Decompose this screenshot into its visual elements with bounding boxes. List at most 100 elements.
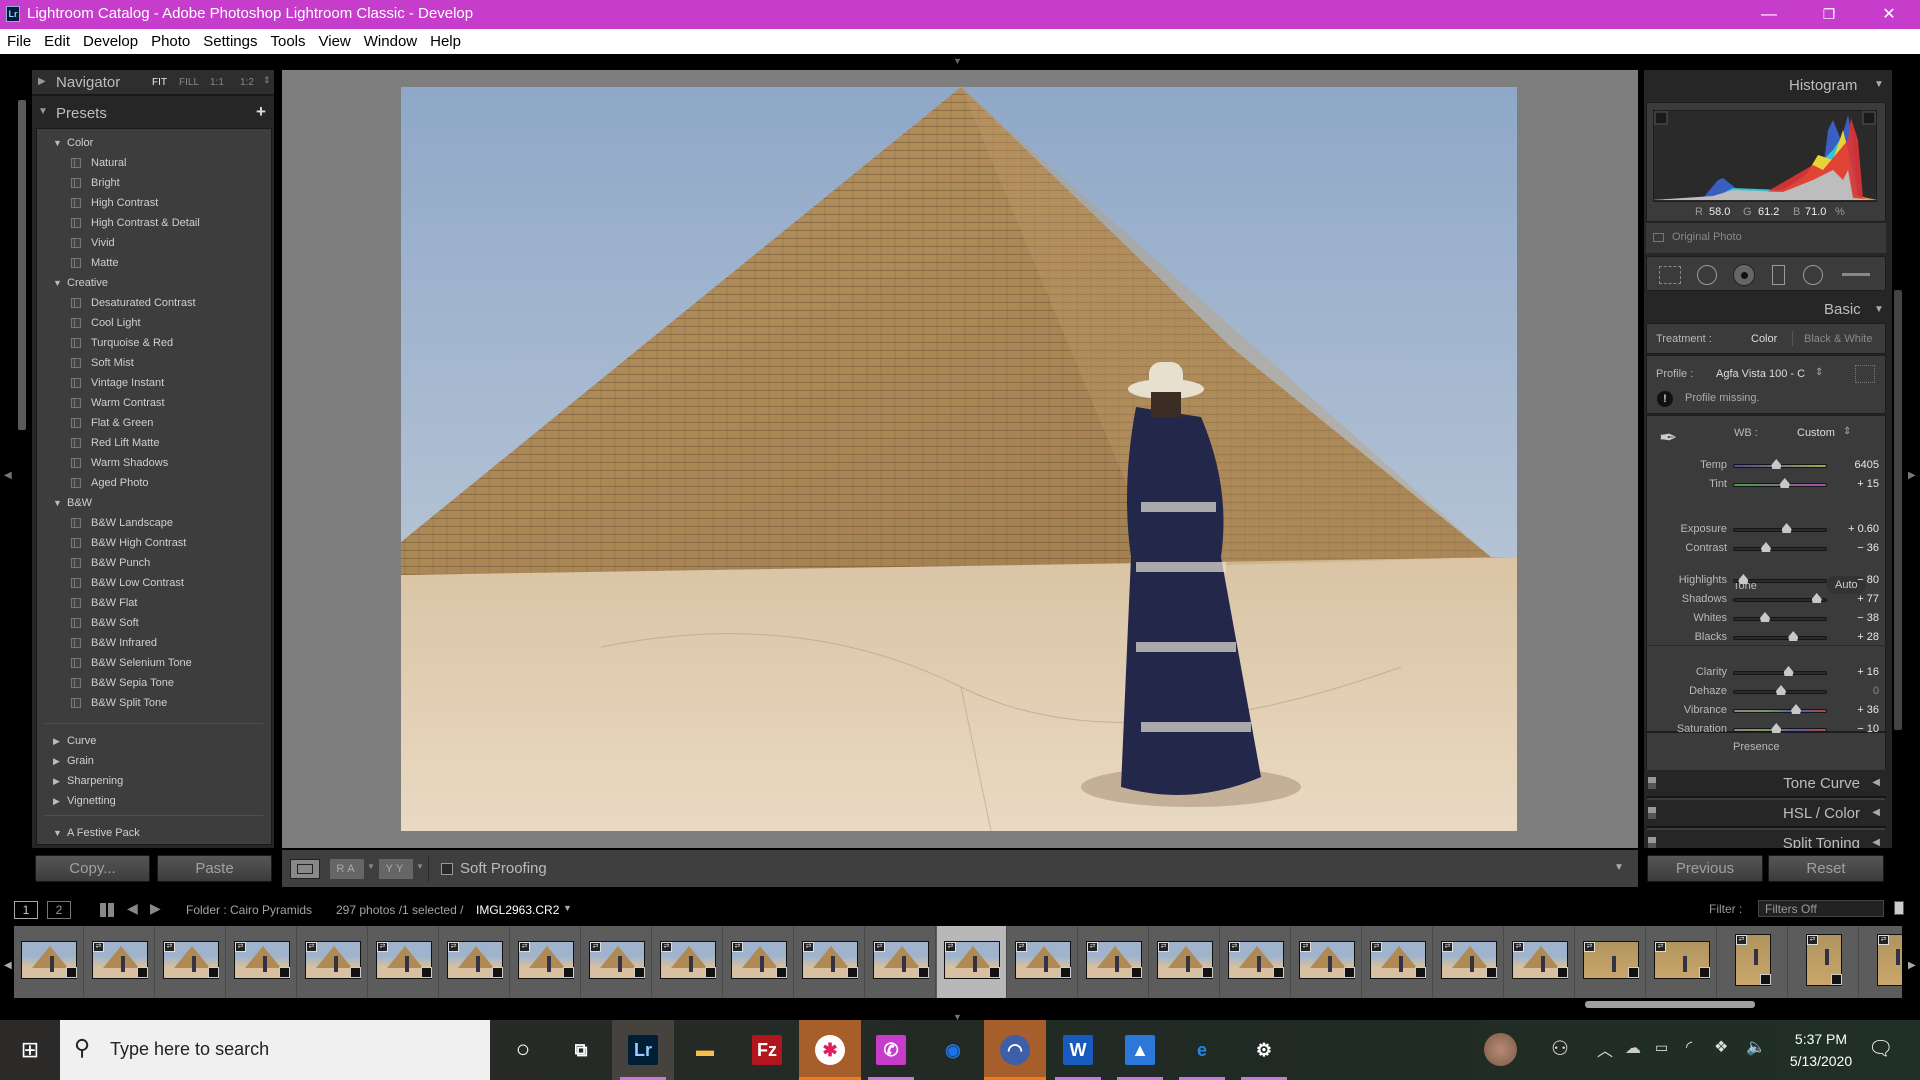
filmstrip-thumbnail[interactable]: ⇄ bbox=[298, 926, 368, 998]
copy-button[interactable]: Copy... bbox=[35, 855, 150, 882]
filmstrip-thumbnail[interactable]: ⇄ bbox=[85, 926, 155, 998]
filename-dropdown-icon[interactable]: ▼ bbox=[563, 903, 572, 913]
back-arrow-icon[interactable]: ◀ bbox=[127, 900, 138, 917]
preset-item[interactable]: Turquoise & Red bbox=[37, 333, 271, 353]
preset-item[interactable]: Red Lift Matte bbox=[37, 433, 271, 453]
shadow-clipping-indicator[interactable] bbox=[1654, 111, 1668, 125]
preset-item[interactable]: Flat & Green bbox=[37, 413, 271, 433]
preset-group[interactable]: ▶ Sharpening bbox=[37, 771, 271, 791]
panel-split-toning[interactable]: Split Toning ◀ bbox=[1646, 830, 1886, 848]
temp-value[interactable]: 6405 bbox=[1831, 459, 1879, 471]
slider-thumb[interactable] bbox=[1779, 478, 1790, 488]
panel-toggle-switch[interactable] bbox=[1648, 777, 1656, 789]
preset-item[interactable]: Warm Contrast bbox=[37, 393, 271, 413]
whites-value[interactable]: − 38 bbox=[1831, 612, 1879, 624]
navigator-header[interactable]: ▶ Navigator FIT FILL 1:1 1:2 ⇕ bbox=[32, 70, 274, 96]
profile-browser-icon[interactable] bbox=[1855, 365, 1875, 383]
filmstrip-thumbnail[interactable]: ⇄ bbox=[1292, 926, 1362, 998]
panel-hsl-color[interactable]: HSL / Color ◀ bbox=[1646, 800, 1886, 828]
taskbar-photos[interactable]: ▲ bbox=[1109, 1020, 1171, 1080]
blacks-value[interactable]: + 28 bbox=[1831, 631, 1879, 643]
split-view-button[interactable]: YY bbox=[379, 859, 413, 879]
slider-thumb[interactable] bbox=[1738, 574, 1749, 584]
preset-group[interactable]: ▶ Vignetting bbox=[37, 791, 271, 811]
wb-stepper-icon[interactable]: ⇕ bbox=[1843, 426, 1851, 437]
filmstrip-scroll-right-icon[interactable]: ▶ bbox=[1908, 960, 1916, 971]
start-button[interactable]: ⊞ bbox=[0, 1020, 60, 1080]
slider-thumb[interactable] bbox=[1776, 685, 1786, 695]
filter-select[interactable]: Filters Off bbox=[1758, 900, 1884, 917]
zoom-1-2[interactable]: 1:2 bbox=[240, 77, 254, 88]
contrast-value[interactable]: − 36 bbox=[1831, 542, 1879, 554]
exposure-slider[interactable] bbox=[1733, 523, 1827, 533]
toolbar-menu-icon[interactable]: ▼ bbox=[1614, 862, 1624, 873]
taskbar-filezilla[interactable]: Fz bbox=[736, 1020, 798, 1080]
wifi-icon[interactable]: ◜ bbox=[1686, 1037, 1692, 1057]
preset-item[interactable]: Matte bbox=[37, 253, 271, 273]
menu-develop[interactable]: Develop bbox=[76, 29, 144, 50]
basic-header[interactable]: Basic ▼ bbox=[1644, 296, 1892, 322]
red-eye-icon[interactable] bbox=[1733, 264, 1755, 286]
dehaze-slider[interactable] bbox=[1733, 685, 1827, 695]
filmstrip-thumbnail[interactable]: ⇄ bbox=[1221, 926, 1291, 998]
folder-source[interactable]: Folder : Cairo Pyramids bbox=[186, 903, 312, 917]
vibrance-slider[interactable] bbox=[1733, 704, 1827, 714]
preset-item[interactable]: B&W Soft bbox=[37, 613, 271, 633]
wb-select[interactable]: Custom bbox=[1797, 427, 1835, 439]
people-icon[interactable]: ⚇ bbox=[1551, 1036, 1569, 1061]
slider-thumb[interactable] bbox=[1781, 523, 1792, 533]
filmstrip-thumbnail[interactable]: ⇄ bbox=[156, 926, 226, 998]
taskbar-settings[interactable]: ⚙ bbox=[1233, 1020, 1295, 1080]
right-panel-scrollbar[interactable] bbox=[1894, 290, 1902, 730]
reset-button[interactable]: Reset bbox=[1768, 855, 1884, 882]
taskbar-slack[interactable]: ✱ bbox=[799, 1020, 861, 1080]
taskbar-cortana[interactable]: ○ bbox=[492, 1020, 554, 1080]
temp-slider[interactable] bbox=[1733, 459, 1827, 469]
preset-item[interactable]: Aged Photo bbox=[37, 473, 271, 493]
clock-date[interactable]: 5/13/2020 bbox=[1778, 1053, 1864, 1069]
tint-value[interactable]: + 15 bbox=[1831, 478, 1879, 490]
spot-removal-icon[interactable] bbox=[1697, 265, 1717, 285]
filmstrip-thumbnail-selected[interactable]: ⇄ bbox=[937, 926, 1007, 998]
filmstrip-thumbnail[interactable]: ⇄ bbox=[1789, 926, 1859, 998]
previous-button[interactable]: Previous bbox=[1647, 855, 1763, 882]
preset-item[interactable]: Desaturated Contrast bbox=[37, 293, 271, 313]
preset-item[interactable]: B&W Low Contrast bbox=[37, 573, 271, 593]
preset-item[interactable]: B&W High Contrast bbox=[37, 533, 271, 553]
preset-item[interactable]: B&W Landscape bbox=[37, 513, 271, 533]
highlights-slider[interactable] bbox=[1733, 574, 1827, 584]
dehaze-value[interactable]: 0 bbox=[1831, 685, 1879, 697]
preset-item[interactable]: Vintage Instant bbox=[37, 373, 271, 393]
second-window-button[interactable]: 2 bbox=[47, 901, 71, 919]
shadows-value[interactable]: + 77 bbox=[1831, 593, 1879, 605]
preset-item[interactable]: B&W Sepia Tone bbox=[37, 673, 271, 693]
slider-thumb[interactable] bbox=[1783, 666, 1794, 676]
filmstrip-thumbnail[interactable]: ⇄ bbox=[795, 926, 865, 998]
preset-item[interactable]: Natural bbox=[37, 153, 271, 173]
preset-group[interactable]: ▶ Grain bbox=[37, 751, 271, 771]
whites-slider[interactable] bbox=[1733, 612, 1827, 622]
restore-button[interactable]: ❐ bbox=[1800, 0, 1858, 29]
contrast-slider[interactable] bbox=[1733, 542, 1827, 552]
menu-settings[interactable]: Settings bbox=[196, 29, 263, 50]
blacks-slider[interactable] bbox=[1733, 631, 1827, 641]
slider-thumb[interactable] bbox=[1791, 704, 1802, 714]
filmstrip-thumbnail[interactable]: ⇄ bbox=[1150, 926, 1220, 998]
zoom-stepper-icon[interactable]: ⇕ bbox=[263, 75, 271, 86]
preset-item[interactable]: Soft Mist bbox=[37, 353, 271, 373]
menu-help[interactable]: Help bbox=[423, 29, 467, 50]
vibrance-value[interactable]: + 36 bbox=[1831, 704, 1879, 716]
filmstrip-thumbnail[interactable]: ⇄ bbox=[1505, 926, 1575, 998]
graduated-filter-icon[interactable] bbox=[1772, 265, 1785, 285]
volume-icon[interactable]: 🔈 bbox=[1746, 1037, 1766, 1057]
clarity-slider[interactable] bbox=[1733, 666, 1827, 676]
filmstrip-thumbnail[interactable]: ⇄ bbox=[1363, 926, 1433, 998]
filmstrip-thumbnail[interactable]: ⇄ bbox=[511, 926, 581, 998]
preset-item[interactable]: B&W Flat bbox=[37, 593, 271, 613]
preset-item[interactable]: Vivid bbox=[37, 233, 271, 253]
main-window-button[interactable]: 1 bbox=[14, 901, 38, 919]
minimize-button[interactable]: — bbox=[1740, 0, 1798, 29]
taskbar-chrome[interactable]: ◉ bbox=[922, 1020, 984, 1080]
treatment-color[interactable]: Color bbox=[1751, 333, 1777, 345]
current-filename[interactable]: IMGL2963.CR2 bbox=[476, 903, 559, 917]
